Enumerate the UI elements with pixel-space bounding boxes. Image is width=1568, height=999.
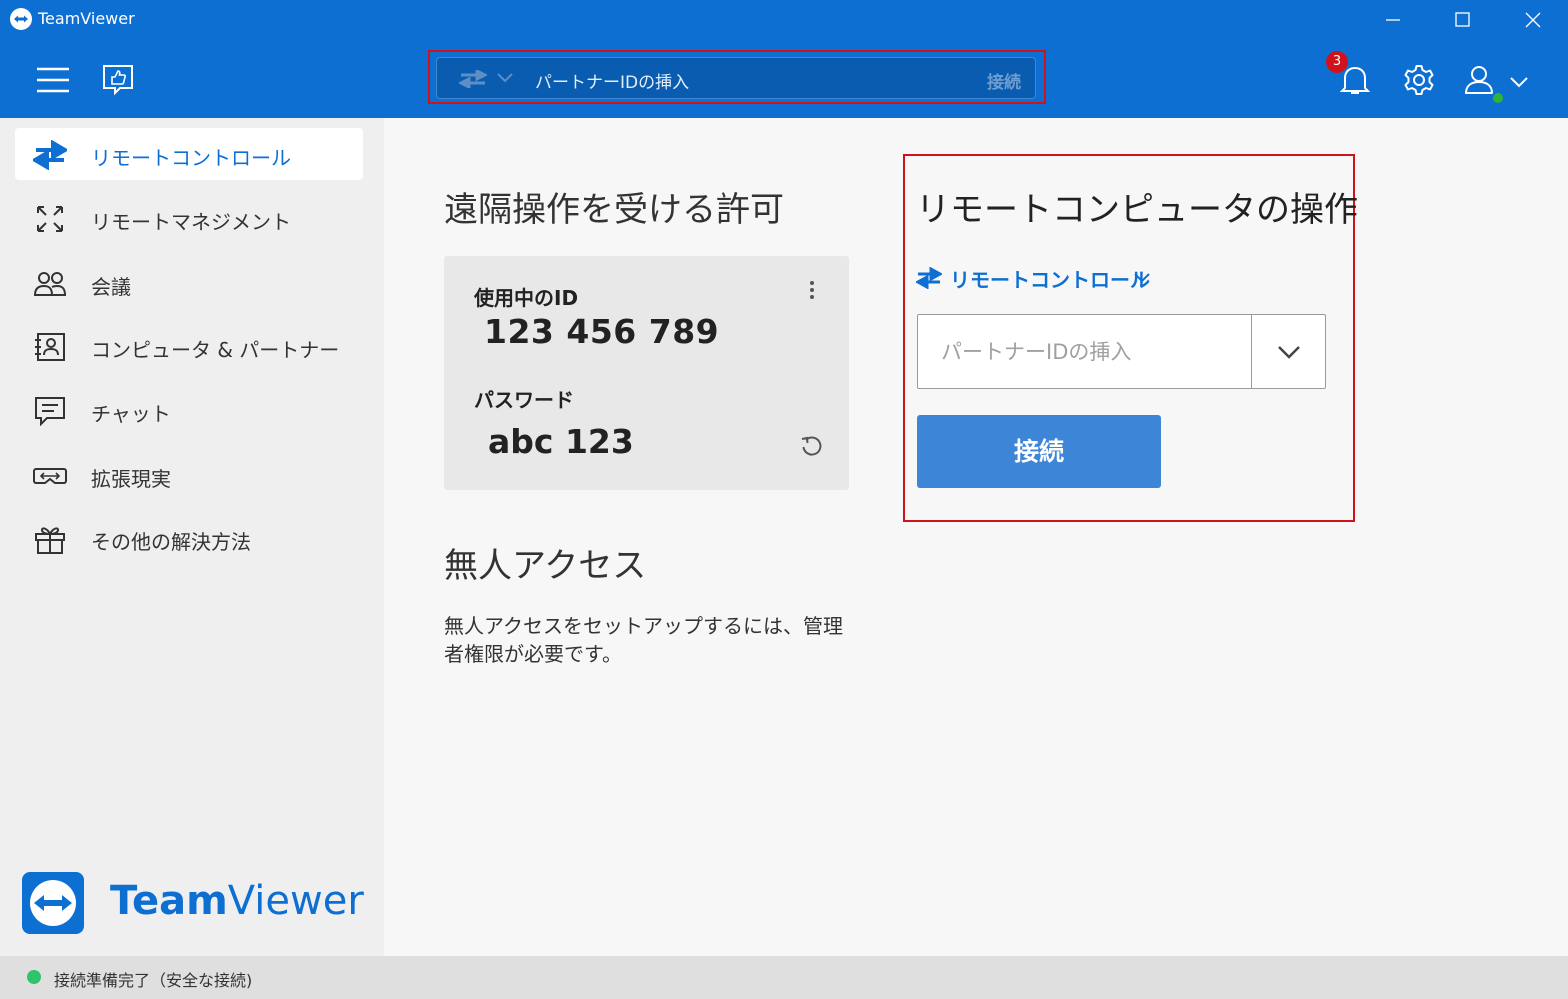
online-status-dot bbox=[1491, 91, 1505, 105]
minimize-button[interactable] bbox=[1358, 0, 1428, 40]
teamviewer-logo-icon bbox=[10, 8, 32, 30]
chevron-down-icon bbox=[1510, 77, 1528, 88]
hamburger-menu-icon bbox=[37, 67, 69, 93]
connection-mode-label: リモートコントロール bbox=[950, 268, 1150, 292]
connection-status-dot bbox=[27, 970, 41, 984]
close-button[interactable] bbox=[1498, 0, 1568, 40]
your-id-value[interactable]: 123 456 789 bbox=[484, 312, 719, 351]
swap-arrows-icon bbox=[916, 267, 942, 289]
expand-arrows-icon bbox=[37, 206, 63, 232]
chevron-down-icon[interactable] bbox=[497, 73, 513, 83]
sidebar-item-label: コンピュータ & パートナー bbox=[91, 338, 340, 362]
sidebar-item-label: リモートマネジメント bbox=[91, 210, 291, 234]
partner-id-input[interactable] bbox=[919, 316, 1249, 387]
connect-button[interactable]: 接続 bbox=[917, 415, 1161, 488]
brand-wordmark: TeamViewer bbox=[110, 878, 364, 924]
maximize-icon bbox=[1455, 12, 1470, 27]
gift-icon bbox=[35, 527, 65, 554]
quick-connect-input[interactable]: パートナーIDの挿入 bbox=[535, 68, 689, 93]
sidebar-item-remote-management[interactable]: リモートマネジメント bbox=[15, 192, 363, 244]
ar-goggles-icon bbox=[33, 468, 67, 484]
menu-button[interactable] bbox=[36, 66, 70, 98]
sidebar-item-computers-partners[interactable]: コンピュータ & パートナー bbox=[15, 320, 363, 372]
title-bar: TeamViewer bbox=[0, 0, 1568, 40]
sidebar-item-meeting[interactable]: 会議 bbox=[15, 257, 363, 309]
brand-name-light: Viewer bbox=[227, 878, 364, 924]
password-label: パスワード bbox=[474, 388, 574, 412]
sidebar-item-chat[interactable]: チャット bbox=[15, 384, 363, 436]
maximize-button[interactable] bbox=[1428, 0, 1498, 40]
contact-card-icon bbox=[35, 333, 65, 361]
connection-status-text: 接続準備完了（安全な接続) bbox=[54, 971, 253, 990]
refresh-password-icon[interactable] bbox=[800, 434, 824, 458]
settings-button[interactable] bbox=[1403, 64, 1435, 100]
quick-connect-button[interactable]: 接続 bbox=[987, 68, 1021, 93]
allow-remote-title: 遠隔操作を受ける許可 bbox=[444, 190, 784, 230]
more-options-icon[interactable] bbox=[806, 278, 818, 306]
people-icon bbox=[33, 272, 67, 296]
chat-icon bbox=[35, 397, 65, 426]
control-remote-title: リモートコンピュータの操作 bbox=[916, 190, 1358, 230]
sidebar-item-label: その他の解決方法 bbox=[91, 530, 251, 554]
notification-count-badge: 3 bbox=[1326, 51, 1348, 73]
unattended-access-text: 無人アクセスをセットアップするには、管理者権限が必要です。 bbox=[444, 614, 843, 666]
chevron-down-icon bbox=[1134, 273, 1150, 283]
swap-arrows-icon bbox=[33, 140, 67, 170]
sidebar-item-remote-control[interactable]: リモートコントロール bbox=[15, 128, 363, 180]
partner-id-combobox[interactable] bbox=[917, 314, 1326, 389]
brand-name-bold: Team bbox=[110, 878, 228, 924]
minimize-icon bbox=[1386, 19, 1400, 21]
sidebar-item-other-solutions[interactable]: その他の解決方法 bbox=[15, 512, 363, 564]
feedback-button[interactable] bbox=[102, 64, 134, 100]
sidebar-item-label: チャット bbox=[91, 402, 171, 426]
quick-connect-bar[interactable]: パートナーIDの挿入 接続 bbox=[436, 57, 1036, 99]
chevron-down-icon bbox=[1278, 346, 1300, 359]
teamviewer-logo-icon bbox=[22, 872, 84, 934]
sidebar-item-augmented-reality[interactable]: 拡張現実 bbox=[15, 449, 363, 501]
unattended-access-title: 無人アクセス bbox=[444, 546, 647, 586]
teamviewer-brand: TeamViewer bbox=[22, 872, 364, 936]
user-icon bbox=[1464, 66, 1494, 94]
gear-icon bbox=[1404, 65, 1434, 95]
sidebar-item-label: 会議 bbox=[91, 275, 131, 299]
partner-id-dropdown-button[interactable] bbox=[1251, 315, 1325, 388]
sidebar-item-label: リモートコントロール bbox=[91, 146, 291, 170]
sidebar: リモートコントロール リモートマネジメント 会議 コンピュータ & パートナー … bbox=[0, 118, 384, 956]
status-bar: 接続準備完了（安全な接続) bbox=[0, 956, 1568, 999]
your-id-label: 使用中のID bbox=[474, 286, 579, 310]
id-card: 使用中のID 123 456 789 パスワード abc 123 bbox=[444, 256, 849, 490]
window-title: TeamViewer bbox=[38, 9, 135, 28]
password-value[interactable]: abc 123 bbox=[488, 422, 634, 461]
thumbs-up-feedback-icon bbox=[103, 65, 133, 96]
close-icon bbox=[1525, 12, 1541, 28]
sidebar-item-label: 拡張現実 bbox=[91, 467, 171, 491]
connection-mode-select[interactable]: リモートコントロール bbox=[916, 262, 1156, 294]
swap-arrows-icon bbox=[459, 70, 487, 88]
